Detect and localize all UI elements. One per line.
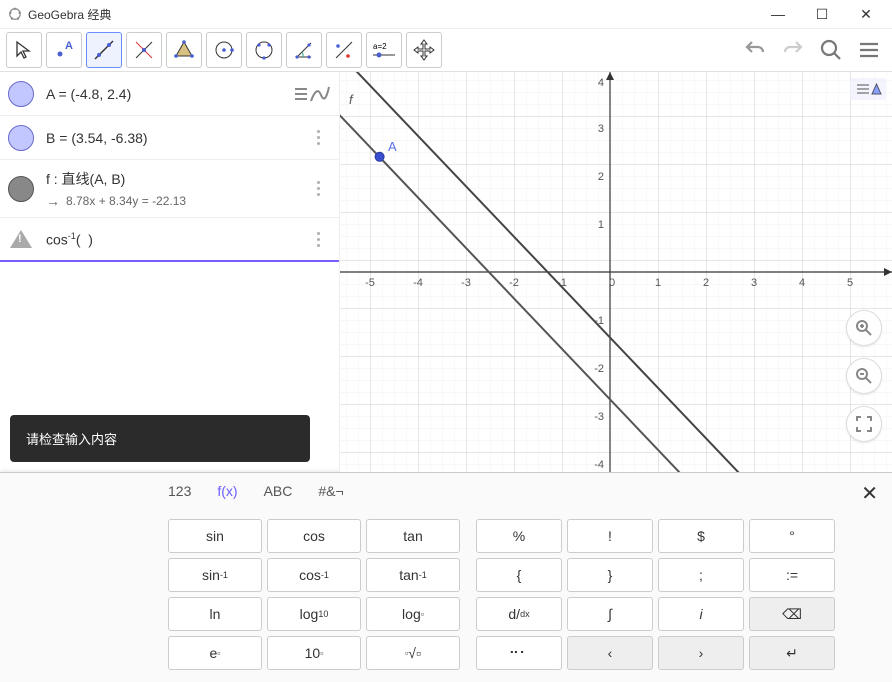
key-ln[interactable]: ln: [168, 597, 262, 631]
tool-move-view[interactable]: [406, 32, 442, 68]
search-button[interactable]: [814, 33, 848, 67]
tool-point[interactable]: A: [46, 32, 82, 68]
keyboard-close-button[interactable]: ✕: [861, 481, 878, 506]
tool-circle[interactable]: [206, 32, 242, 68]
tool-line[interactable]: [86, 32, 122, 68]
app-logo-icon: [8, 7, 22, 21]
visibility-toggle[interactable]: [8, 176, 34, 202]
error-toast: 请检查输入内容: [10, 415, 310, 462]
svg-text:-2: -2: [509, 277, 519, 289]
key-exp[interactable]: e▫: [168, 636, 262, 670]
key-backspace[interactable]: ⌫: [749, 597, 835, 631]
algebra-row-f[interactable]: f : 直线(A, B) →8.78x + 8.34y = -22.13 ⋯: [0, 160, 339, 218]
key-right[interactable]: ›: [658, 636, 744, 670]
key-nth-root[interactable]: ▫√▫: [366, 636, 460, 670]
window-close-button[interactable]: ✕: [844, 0, 888, 28]
tool-slider[interactable]: a=2: [366, 32, 402, 68]
key-imaginary[interactable]: i: [658, 597, 744, 631]
svg-text:A: A: [65, 40, 73, 52]
kb-tab-123[interactable]: 123: [168, 483, 191, 499]
key-integral[interactable]: ∫: [567, 597, 653, 631]
tool-ellipse[interactable]: [246, 32, 282, 68]
svg-text:2: 2: [703, 277, 709, 289]
redo-button[interactable]: [776, 33, 810, 67]
key-percent[interactable]: %: [476, 519, 562, 553]
fullscreen-button[interactable]: [846, 406, 882, 442]
svg-text:4: 4: [598, 77, 604, 89]
window-title: GeoGebra 经典: [28, 6, 111, 23]
key-degree[interactable]: °: [749, 519, 835, 553]
key-derivative[interactable]: d/dx: [476, 597, 562, 631]
svg-text:-2: -2: [594, 363, 604, 375]
point-A-label: A: [388, 139, 397, 154]
more-icon[interactable]: ⋯: [308, 125, 329, 151]
undo-button[interactable]: [738, 33, 772, 67]
svg-text:1: 1: [655, 277, 661, 289]
key-lbrace[interactable]: {: [476, 558, 562, 592]
algebra-row-A[interactable]: A = (-4.8, 2.4): [0, 72, 339, 116]
svg-text:2: 2: [598, 171, 604, 183]
window-maximize-button[interactable]: ☐: [800, 0, 844, 28]
zoom-in-button[interactable]: [846, 310, 882, 346]
hamburger-menu-button[interactable]: [852, 33, 886, 67]
more-icon[interactable]: ⋯: [308, 226, 329, 252]
visibility-toggle[interactable]: [8, 81, 34, 107]
tool-perpendicular[interactable]: [126, 32, 162, 68]
algebra-input-row[interactable]: cos-1( ) ⋯: [0, 218, 339, 262]
expression-text: B = (3.54, -6.38): [46, 130, 305, 146]
kb-tab-fx[interactable]: f(x): [217, 483, 237, 499]
svg-text:4: 4: [799, 277, 805, 289]
key-semicolon[interactable]: ;: [658, 558, 744, 592]
key-enter[interactable]: ↵: [749, 636, 835, 670]
algebra-mode-icon[interactable]: [291, 83, 331, 105]
tool-polygon[interactable]: [166, 32, 202, 68]
kb-tab-abc[interactable]: ABC: [264, 483, 293, 499]
svg-text:-3: -3: [461, 277, 471, 289]
svg-text:0: 0: [609, 277, 615, 289]
key-assign[interactable]: :=: [749, 558, 835, 592]
more-icon[interactable]: ⋯: [308, 176, 329, 202]
window-minimize-button[interactable]: —: [756, 0, 800, 28]
visibility-toggle[interactable]: [8, 125, 34, 151]
svg-text:a=2: a=2: [373, 42, 387, 51]
svg-text:-3: -3: [594, 411, 604, 423]
key-tan[interactable]: tan: [366, 519, 460, 553]
key-ten-power[interactable]: 10▫: [267, 636, 361, 670]
key-acos[interactable]: cos-1: [267, 558, 361, 592]
algebra-view: A = (-4.8, 2.4) B = (3.54, -6.38) ⋯ f : …: [0, 72, 340, 472]
expression-text: f : 直线(A, B) →8.78x + 8.34y = -22.13: [46, 169, 305, 209]
key-asin[interactable]: sin-1: [168, 558, 262, 592]
key-cos[interactable]: cos: [267, 519, 361, 553]
tool-reflect[interactable]: [326, 32, 362, 68]
zoom-out-button[interactable]: [846, 358, 882, 394]
expression-text: A = (-4.8, 2.4): [46, 86, 285, 102]
svg-text:3: 3: [598, 123, 604, 135]
svg-text:-4: -4: [594, 459, 604, 471]
key-logbase[interactable]: log▫: [366, 597, 460, 631]
key-log10[interactable]: log10: [267, 597, 361, 631]
svg-text:3: 3: [751, 277, 757, 289]
key-factorial[interactable]: !: [567, 519, 653, 553]
key-dollar[interactable]: $: [658, 519, 744, 553]
svg-text:-4: -4: [413, 277, 423, 289]
key-left[interactable]: ‹: [567, 636, 653, 670]
tool-move[interactable]: [6, 32, 42, 68]
svg-text:-1: -1: [594, 315, 604, 327]
virtual-keyboard: 123 f(x) ABC #&¬ ✕ sin cos tan sin-1 cos…: [0, 472, 892, 682]
graphics-settings-icon[interactable]: [850, 78, 886, 100]
algebra-row-B[interactable]: B = (3.54, -6.38) ⋯: [0, 116, 339, 160]
warning-icon: [10, 230, 32, 248]
graphics-view[interactable]: A f -6-5-4 -3-2-1 012 345 1234 -1-2-3-4: [340, 72, 892, 472]
key-sin[interactable]: sin: [168, 519, 262, 553]
svg-text:-1: -1: [557, 277, 567, 289]
key-dots[interactable]: ⠒⠂: [476, 636, 562, 670]
kb-tab-sym[interactable]: #&¬: [318, 483, 343, 499]
svg-text:-5: -5: [365, 277, 375, 289]
expression-input[interactable]: cos-1( ): [46, 231, 305, 248]
tool-angle[interactable]: [286, 32, 322, 68]
svg-text:1: 1: [598, 219, 604, 231]
key-atan[interactable]: tan-1: [366, 558, 460, 592]
svg-text:5: 5: [847, 277, 853, 289]
key-rbrace[interactable]: }: [567, 558, 653, 592]
